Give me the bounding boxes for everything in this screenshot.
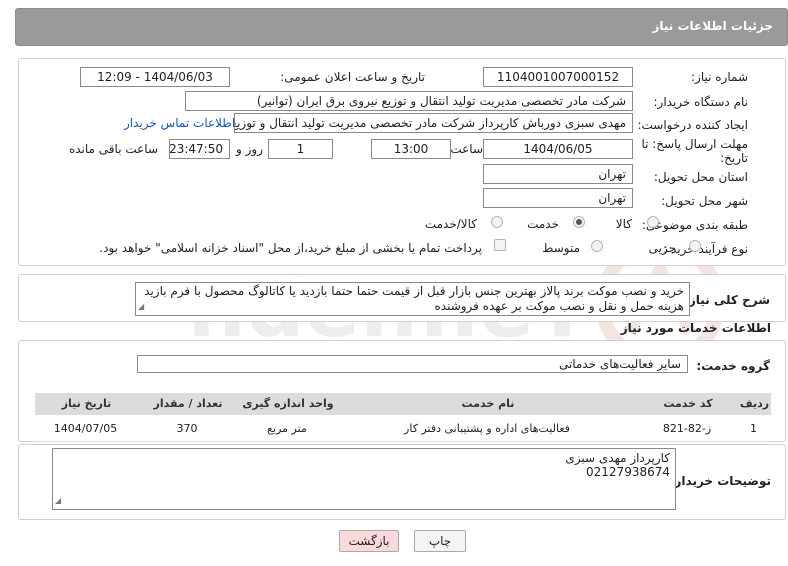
city-label: شهر محل تحویل: bbox=[661, 194, 748, 208]
buyer-notes-line-2: 02127938674 bbox=[586, 465, 670, 479]
days-label: روز و bbox=[236, 142, 263, 156]
description-textarea[interactable]: خرید و نصب موکت برند پالاز بهترین جنس با… bbox=[135, 282, 690, 316]
cell-unit: متر مربع bbox=[267, 422, 307, 435]
cell-service-code: ز-82-821 bbox=[662, 422, 712, 435]
remaining-time-field[interactable]: 23:47:50 bbox=[169, 139, 230, 159]
requester-field[interactable]: مهدی سبزی دورباش کارپرداز شرکت مادر تخصص… bbox=[234, 113, 633, 133]
col-header-service-code: کد خدمت bbox=[637, 393, 738, 415]
resize-handle-icon[interactable]: ◢ bbox=[138, 299, 144, 314]
province-field[interactable]: تهران bbox=[483, 164, 633, 184]
contact-buyer-link[interactable]: اطلاعات تماس خریدار bbox=[124, 116, 235, 130]
need-number-label: شماره نیاز: bbox=[691, 70, 748, 84]
col-header-row-number: ردیف bbox=[737, 393, 771, 415]
buyer-org-field[interactable]: شرکت مادر تخصصی مدیریت تولید انتقال و تو… bbox=[185, 91, 633, 111]
service-group-label: گروه خدمت: bbox=[696, 359, 770, 373]
treasury-payment-note: پرداخت تمام یا بخشی از مبلغ خرید،از محل … bbox=[99, 241, 482, 255]
table-row[interactable]: 1 ز-82-821 فعالیت‌های اداره و پشتیبانی د… bbox=[34, 417, 770, 442]
buyer-org-label: نام دستگاه خریدار: bbox=[653, 95, 749, 109]
deadline-time-label: ساعت bbox=[450, 142, 483, 156]
category-goods-radio[interactable] bbox=[647, 216, 659, 228]
process-minor-radio[interactable] bbox=[689, 240, 701, 252]
cell-need-date: 1404/07/05 bbox=[53, 422, 118, 435]
service-group-field[interactable]: سایر فعالیت‌های خدماتی bbox=[137, 355, 688, 373]
announce-label: تاریخ و ساعت اعلان عمومی: bbox=[280, 70, 425, 84]
remaining-label: ساعت باقی مانده bbox=[68, 142, 158, 156]
days-field[interactable]: 1 bbox=[268, 139, 333, 159]
buyer-notes-textarea[interactable]: کارپرداز مهدی سبزی 02127938674 ◢ bbox=[52, 448, 676, 510]
services-table: ردیف کد خدمت نام خدمت واحد اندازه گیری ت… bbox=[34, 393, 771, 442]
announce-field[interactable]: 1404/06/03 - 12:09 bbox=[80, 67, 230, 87]
category-goods-service-label: کالا/خدمت bbox=[424, 217, 477, 231]
page-title: جزئیات اطلاعات نیاز bbox=[652, 19, 773, 33]
category-goods-service-radio[interactable] bbox=[491, 216, 503, 228]
treasury-payment-checkbox[interactable] bbox=[494, 239, 506, 251]
buyer-notes-label: توضیحات خریدار: bbox=[669, 474, 771, 488]
col-header-unit: واحد اندازه گیری bbox=[237, 393, 338, 415]
process-medium-label: متوسط bbox=[542, 241, 580, 255]
services-section-title: اطلاعات خدمات مورد نیاز bbox=[620, 321, 771, 335]
back-button[interactable]: بازگشت bbox=[339, 530, 399, 552]
category-service-radio[interactable] bbox=[573, 216, 585, 228]
requester-label: ایجاد کننده درخواست: bbox=[637, 118, 748, 132]
need-number-field[interactable]: 1104001007000152 bbox=[483, 67, 633, 87]
process-minor-label: جزیی bbox=[648, 241, 676, 255]
cell-quantity: 370 bbox=[176, 422, 198, 435]
cell-service-name: فعالیت‌های اداره و پشتیبانی دفتر کار bbox=[404, 422, 570, 435]
buyer-notes-line-1: کارپرداز مهدی سبزی bbox=[565, 451, 670, 465]
resize-handle-icon[interactable]: ◢ bbox=[55, 494, 61, 508]
page-header: جزئیات اطلاعات نیاز bbox=[15, 8, 788, 46]
category-goods-label: کالا bbox=[615, 217, 632, 231]
description-label: شرح کلی نیاز: bbox=[684, 293, 770, 307]
deadline-label-date: تاریخ: bbox=[720, 151, 748, 165]
cell-row-number: 1 bbox=[750, 422, 757, 435]
deadline-time-field[interactable]: 13:00 bbox=[371, 139, 451, 159]
city-field[interactable]: تهران bbox=[483, 188, 633, 208]
category-service-label: خدمت bbox=[527, 217, 559, 231]
print-button[interactable]: چاپ bbox=[414, 530, 466, 552]
process-medium-radio[interactable] bbox=[591, 240, 603, 252]
col-header-need-date: تاریخ نیاز bbox=[34, 393, 138, 415]
info-panel bbox=[18, 58, 786, 266]
col-header-service-name: نام خدمت bbox=[337, 393, 638, 415]
description-text: خرید و نصب موکت برند پالاز بهترین جنس با… bbox=[144, 284, 684, 313]
col-header-quantity: تعداد / مقدار bbox=[137, 393, 238, 415]
deadline-date-field[interactable]: 1404/06/05 bbox=[483, 139, 633, 159]
deadline-label: مهلت ارسال پاسخ: تا bbox=[641, 137, 748, 151]
province-label: استان محل تحویل: bbox=[653, 170, 748, 184]
